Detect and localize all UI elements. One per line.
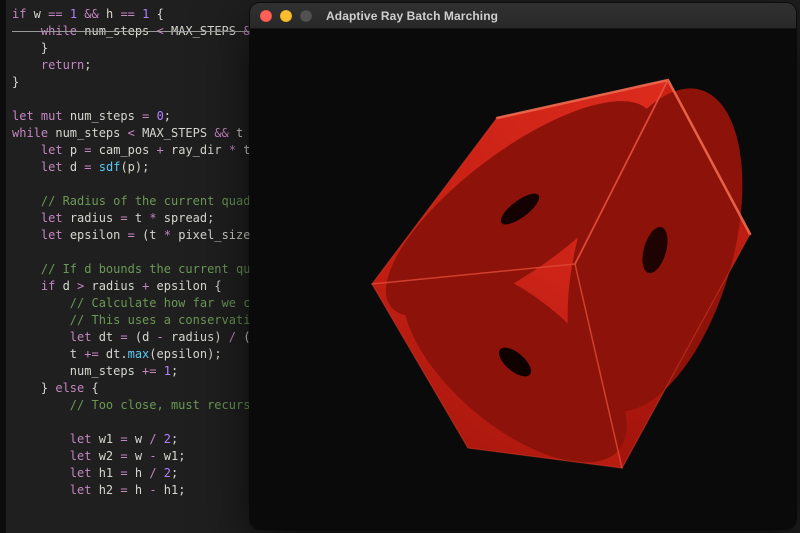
editor-left-edge	[0, 0, 6, 533]
app-window: Adaptive Ray Batch Marching	[250, 3, 796, 529]
zoom-button[interactable]	[300, 10, 312, 22]
close-button[interactable]	[260, 10, 272, 22]
window-titlebar[interactable]: Adaptive Ray Batch Marching	[250, 3, 796, 29]
minimize-button[interactable]	[280, 10, 292, 22]
traffic-lights	[250, 10, 312, 22]
cube-3d-render	[250, 29, 796, 529]
render-viewport	[250, 29, 796, 529]
desktop: if w == 1 && h == 1 { while num_steps < …	[0, 0, 800, 533]
window-title: Adaptive Ray Batch Marching	[326, 9, 498, 23]
